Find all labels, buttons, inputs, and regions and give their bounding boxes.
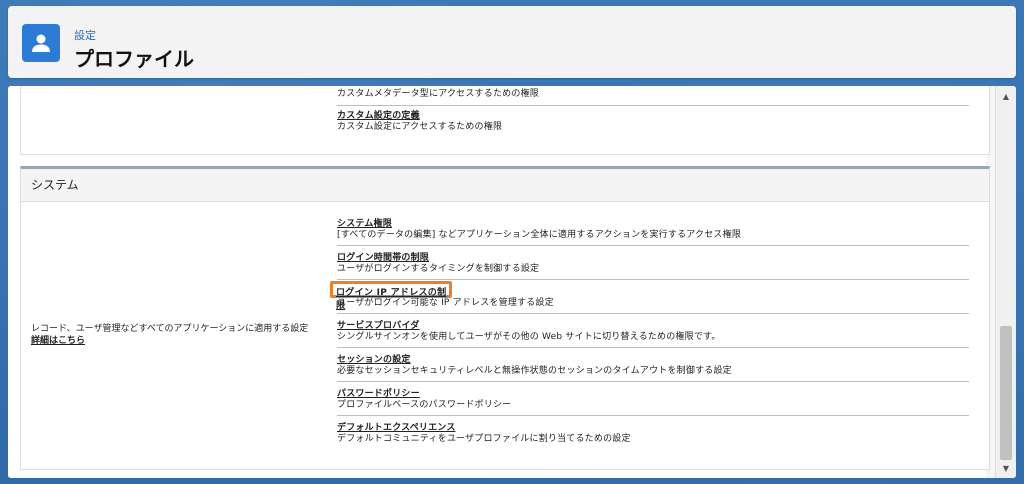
item-description: デフォルトコミュニティをユーザプロファイルに割り当てるための設定 <box>337 434 631 444</box>
section-heading: システム <box>21 169 989 202</box>
item-description: 必要なセッションセキュリティレベルと無操作状態のセッションのタイムアウトを制御す… <box>337 366 732 376</box>
item-description: カスタム設定にアクセスするための権限 <box>337 122 503 132</box>
item-link-default-experience[interactable]: デフォルトエクスペリエンス <box>337 423 969 434</box>
list-item: カスタムメタデータ型にアクセスするための権限 <box>337 89 969 106</box>
item-link-password-policy[interactable]: パスワードポリシー <box>337 389 969 400</box>
list-item: デフォルトエクスペリエンス デフォルトコミュニティをユーザプロファイルに割り当て… <box>337 423 969 449</box>
item-link-custom-settings[interactable]: カスタム設定の定義 <box>337 111 969 122</box>
vertical-scrollbar[interactable]: ▲ ▼ <box>995 86 1016 478</box>
list-item: システム権限 [すべてのデータの編集] などアプリケーション全体に適用するアクシ… <box>337 219 969 246</box>
scroll-up-arrow-icon[interactable]: ▲ <box>996 90 1016 104</box>
page-title: プロファイル <box>74 47 194 71</box>
system-description: レコード、ユーザ管理などすべてのアプリケーションに適用する設定 詳細はこちら <box>31 323 308 347</box>
item-link-system-permissions[interactable]: システム権限 <box>337 219 969 230</box>
item-description: [すべてのデータの編集] などアプリケーション全体に適用するアクションを実行する… <box>337 230 742 240</box>
content-area: カスタムメタデータ型にアクセスするための権限 カスタム設定の定義 カスタム設定に… <box>8 86 990 478</box>
item-link-session-settings[interactable]: セッションの設定 <box>337 355 969 366</box>
page-header: 設定 プロファイル <box>8 6 1016 78</box>
scroll-down-arrow-icon[interactable]: ▼ <box>996 462 1016 476</box>
highlighted-login-ip-link[interactable]: ログイン IP アドレスの制限 <box>330 281 452 311</box>
list-item: セッションの設定 必要なセッションセキュリティレベルと無操作状態のセッションのタ… <box>337 355 969 382</box>
previous-section: カスタムメタデータ型にアクセスするための権限 カスタム設定の定義 カスタム設定に… <box>20 86 990 155</box>
main-panel: カスタムメタデータ型にアクセスするための権限 カスタム設定の定義 カスタム設定に… <box>8 86 1016 478</box>
item-description: ユーザがログインするタイミングを制御する設定 <box>337 264 540 274</box>
item-link-login-ip[interactable]: ログイン IP アドレスの制限 <box>336 285 449 311</box>
item-description: シングルサインオンを使用してユーザがその他の Web サイトに切り替えるための権… <box>337 332 721 342</box>
system-section: システム レコード、ユーザ管理などすべてのアプリケーションに適用する設定 詳細は… <box>20 166 990 470</box>
item-link-service-provider[interactable]: サービスプロバイダ <box>337 321 969 332</box>
item-description: カスタムメタデータ型にアクセスするための権限 <box>337 89 539 99</box>
item-link-login-hours[interactable]: ログイン時間帯の制限 <box>337 253 969 264</box>
system-desc-text: レコード、ユーザ管理などすべてのアプリケーションに適用する設定 <box>31 324 309 334</box>
user-icon <box>22 24 60 62</box>
list-item: サービスプロバイダ シングルサインオンを使用してユーザがその他の Web サイト… <box>337 321 969 348</box>
list-item: パスワードポリシー プロファイルベースのパスワードポリシー <box>337 389 969 416</box>
list-item: ログイン時間帯の制限 ユーザがログインするタイミングを制御する設定 <box>337 253 969 280</box>
breadcrumb[interactable]: 設定 <box>74 27 96 43</box>
scroll-thumb[interactable] <box>1000 326 1012 460</box>
learn-more-link[interactable]: 詳細はこちら <box>31 335 308 347</box>
list-item: カスタム設定の定義 カスタム設定にアクセスするための権限 <box>337 111 969 137</box>
item-description: プロファイルベースのパスワードポリシー <box>337 400 512 410</box>
